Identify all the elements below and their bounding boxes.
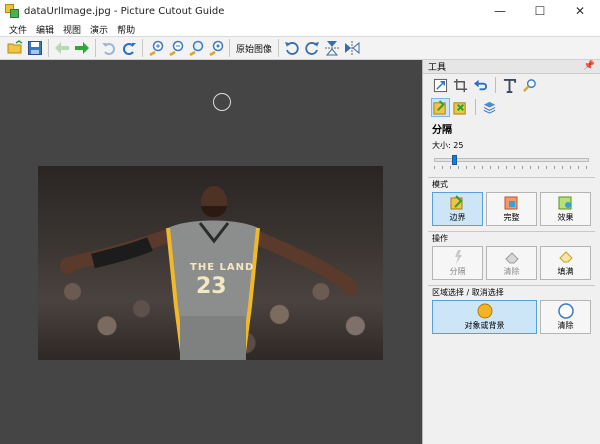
mode-boundary-label: 边界 [449, 213, 466, 222]
mode-boundary-button[interactable]: 边界 [432, 192, 483, 226]
photo[interactable]: THE LAND 23 [38, 166, 383, 360]
boundary-icon [450, 195, 462, 210]
redo-icon[interactable] [119, 38, 139, 58]
pin-icon[interactable]: 📌 [584, 61, 595, 71]
image-canvas[interactable]: THE LAND 23 [0, 60, 422, 444]
panel-title: 工具 [428, 63, 447, 73]
eraser-icon [504, 252, 519, 264]
select-group-title: 区域选择 / 取消选择 [432, 288, 504, 297]
menu-demo[interactable]: 演示 [90, 23, 108, 36]
object-circle-icon [477, 303, 492, 319]
app-icon [5, 4, 19, 18]
background-marker-icon[interactable] [451, 98, 470, 117]
panel-header: 工具 📌 [423, 60, 600, 74]
rotate-right-icon[interactable] [302, 38, 322, 58]
crop-icon[interactable] [451, 76, 470, 95]
ops-group-title: 操作 [432, 234, 448, 243]
brush-size-slider[interactable] [434, 155, 589, 169]
maximize-button[interactable]: ☐ [520, 0, 560, 22]
select-object-button[interactable]: 对象或背景 [432, 300, 537, 334]
save-icon[interactable] [25, 38, 45, 58]
rotate-left-icon[interactable] [282, 38, 302, 58]
effect-icon [558, 196, 571, 210]
toolbar: 原始图像 [0, 36, 600, 60]
select-object-label: 对象或背景 [464, 321, 505, 330]
brush-cursor [213, 93, 231, 111]
full-icon [504, 196, 517, 210]
op-fill-label: 填满 [557, 267, 574, 276]
ops-group: 操作 分隔 清除 填满 [428, 231, 595, 280]
fill-icon [558, 251, 573, 263]
window-title: dataUrlImage.jpg - Picture Cutout Guide [24, 5, 225, 17]
title-bar: dataUrlImage.jpg - Picture Cutout Guide … [0, 0, 600, 22]
menu-file[interactable]: 文件 [9, 23, 27, 36]
zoom-fit-icon[interactable] [186, 38, 206, 58]
select-clear-button[interactable]: 清除 [540, 300, 591, 334]
op-clear-button[interactable]: 清除 [486, 246, 537, 280]
op-separate-label: 分隔 [449, 267, 466, 276]
original-image-button[interactable]: 原始图像 [233, 42, 275, 55]
resize-icon[interactable] [431, 76, 450, 95]
select-group: 区域选择 / 取消选择 对象或背景 清除 [428, 285, 595, 334]
tools-panel: 工具 📌 分隔 大小: 25 模式 边界 完整 效果 操作 分隔 清除 填满 区… [422, 60, 600, 444]
menu-help[interactable]: 帮助 [117, 23, 135, 36]
mode-full-button[interactable]: 完整 [486, 192, 537, 226]
panel-toolbar-1 [423, 74, 600, 96]
jersey-number: 23 [196, 274, 227, 299]
menu-bar: 文件 编辑 视图 演示 帮助 [0, 22, 600, 36]
flip-vertical-icon[interactable] [322, 38, 342, 58]
clear-circle-icon [557, 303, 574, 319]
open-icon[interactable] [5, 38, 25, 58]
brush-size-label: 大小: 25 [432, 141, 464, 150]
section-title: 分隔 [432, 125, 452, 136]
forward-icon[interactable] [72, 38, 92, 58]
zoom-out-icon[interactable] [166, 38, 186, 58]
flip-horizontal-icon[interactable] [342, 38, 362, 58]
stack-icon[interactable] [480, 98, 499, 117]
text-icon[interactable] [500, 76, 519, 95]
mode-group-title: 模式 [432, 180, 448, 189]
magnifier-icon[interactable] [520, 76, 539, 95]
foreground-marker-icon[interactable] [431, 97, 450, 117]
select-clear-label: 清除 [557, 321, 574, 330]
panel-toolbar-2 [423, 96, 600, 118]
menu-view[interactable]: 视图 [63, 23, 81, 36]
undo-arrow-icon[interactable] [471, 76, 490, 95]
mode-group: 模式 边界 完整 效果 [428, 177, 595, 226]
separate-icon [454, 250, 462, 264]
undo-icon[interactable] [99, 38, 119, 58]
op-clear-label: 清除 [503, 267, 520, 276]
back-icon[interactable] [52, 38, 72, 58]
op-fill-button[interactable]: 填满 [540, 246, 591, 280]
jersey-text: THE LAND [190, 262, 255, 273]
close-button[interactable]: ✕ [560, 0, 600, 22]
mode-effect-button[interactable]: 效果 [540, 192, 591, 226]
zoom-in-icon[interactable] [146, 38, 166, 58]
minimize-button[interactable]: — [480, 0, 520, 22]
slider-thumb[interactable] [452, 155, 457, 165]
menu-edit[interactable]: 编辑 [36, 23, 54, 36]
mode-effect-label: 效果 [557, 213, 574, 222]
op-separate-button[interactable]: 分隔 [432, 246, 483, 280]
zoom-actual-icon[interactable] [206, 38, 226, 58]
mode-full-label: 完整 [503, 213, 520, 222]
